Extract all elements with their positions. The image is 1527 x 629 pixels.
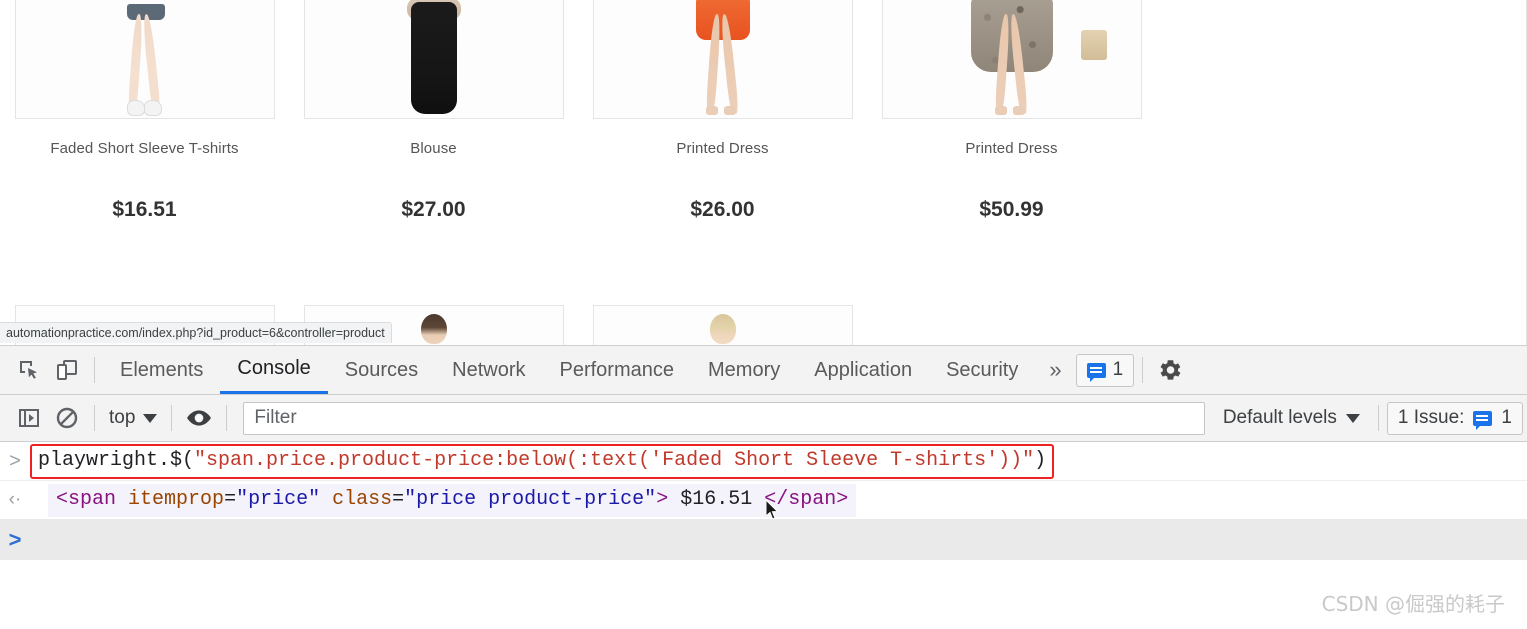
console-prompt-caret: > xyxy=(8,527,22,552)
console-input-row[interactable]: > playwright.$("span.price.product-price… xyxy=(0,442,1527,481)
chevron-down-icon xyxy=(143,413,158,423)
console-filter-bar: top Default levels 1 Issue: 1 xyxy=(0,395,1527,442)
tab-memory[interactable]: Memory xyxy=(691,346,797,394)
console-output-value[interactable]: <span itemprop="price" class="price prod… xyxy=(48,483,857,517)
issues-label: 1 Issue: xyxy=(1397,407,1465,428)
product-grid-row-1: Faded Short Sleeve T-shirts $16.51 Blous… xyxy=(0,0,1280,222)
product-image[interactable] xyxy=(592,0,853,119)
issues-number: 1 xyxy=(1501,407,1512,428)
product-title[interactable]: Faded Short Sleeve T-shirts xyxy=(0,140,289,157)
filterbar-divider xyxy=(1377,405,1379,431)
product-image[interactable] xyxy=(14,0,275,119)
live-expression-icon[interactable] xyxy=(180,399,218,437)
toolbar-divider xyxy=(94,357,95,383)
product-card[interactable]: Blouse $27.00 xyxy=(289,0,578,222)
execution-context-value: top xyxy=(109,407,136,428)
devtools-panel: Elements Console Sources Network Perform… xyxy=(0,345,1527,629)
toolbar-divider xyxy=(1142,357,1144,383)
issues-pill-count: 1 xyxy=(1112,359,1124,380)
console-filter-input[interactable] xyxy=(243,401,1205,435)
tab-application[interactable]: Application xyxy=(797,346,929,394)
product-image[interactable] xyxy=(592,305,853,345)
product-card[interactable]: Printed Dress $50.99 xyxy=(867,0,1156,222)
console-input-command[interactable]: playwright.$("span.price.product-price:b… xyxy=(30,443,1055,479)
issues-pill-button[interactable]: 1 xyxy=(1075,353,1135,387)
filterbar-divider xyxy=(171,405,173,431)
product-card[interactable]: Faded Short Sleeve T-shirts $16.51 xyxy=(0,0,289,222)
product-title[interactable]: Printed Dress xyxy=(867,140,1156,157)
log-levels-dropdown[interactable]: Default levels xyxy=(1213,407,1370,429)
product-price: $27.00 xyxy=(401,198,466,221)
filterbar-divider xyxy=(226,405,228,431)
web-page-content: Faded Short Sleeve T-shirts $16.51 Blous… xyxy=(0,0,1527,345)
inspect-element-icon[interactable] xyxy=(10,351,48,389)
product-title[interactable]: Printed Dress xyxy=(578,140,867,157)
console-output-prompt: ‹· xyxy=(8,489,22,510)
console-new-prompt-row[interactable]: > xyxy=(0,520,1527,560)
product-title[interactable]: Blouse xyxy=(289,140,578,157)
message-icon xyxy=(1473,410,1493,430)
console-sidebar-icon[interactable] xyxy=(10,399,48,437)
product-card[interactable] xyxy=(578,305,867,345)
gear-icon[interactable] xyxy=(1151,351,1189,389)
console-input-prompt: > xyxy=(9,449,21,472)
chevron-down-icon xyxy=(1345,413,1360,423)
product-image[interactable] xyxy=(303,0,564,119)
more-tabs-icon[interactable]: » xyxy=(1035,357,1075,383)
product-price: $50.99 xyxy=(979,198,1044,221)
log-levels-value: Default levels xyxy=(1222,407,1337,428)
issues-counter-button[interactable]: 1 Issue: 1 xyxy=(1386,401,1523,435)
tab-performance[interactable]: Performance xyxy=(543,346,692,394)
watermark: CSDN @倔强的耗子 xyxy=(1321,592,1505,616)
tab-security[interactable]: Security xyxy=(929,346,1035,394)
filterbar-divider xyxy=(94,405,95,431)
console-message-list: > playwright.$("span.price.product-price… xyxy=(0,442,1527,560)
execution-context-dropdown[interactable]: top xyxy=(103,407,163,429)
device-toolbar-icon[interactable] xyxy=(48,351,86,389)
tab-console[interactable]: Console xyxy=(220,346,328,394)
product-price: $26.00 xyxy=(690,198,755,221)
product-price: $16.51 xyxy=(112,198,177,221)
tab-elements[interactable]: Elements xyxy=(103,346,220,394)
status-bar-url: automationpractice.com/index.php?id_prod… xyxy=(0,322,392,343)
message-icon xyxy=(1086,362,1106,382)
clear-console-icon[interactable] xyxy=(48,399,86,437)
product-card[interactable]: Printed Dress $26.00 xyxy=(578,0,867,222)
tab-network[interactable]: Network xyxy=(435,346,542,394)
tab-sources[interactable]: Sources xyxy=(328,346,435,394)
product-image[interactable] xyxy=(881,0,1142,119)
console-output-row[interactable]: ‹· <span itemprop="price" class="price p… xyxy=(0,481,1527,520)
devtools-tabbar: Elements Console Sources Network Perform… xyxy=(0,346,1527,395)
